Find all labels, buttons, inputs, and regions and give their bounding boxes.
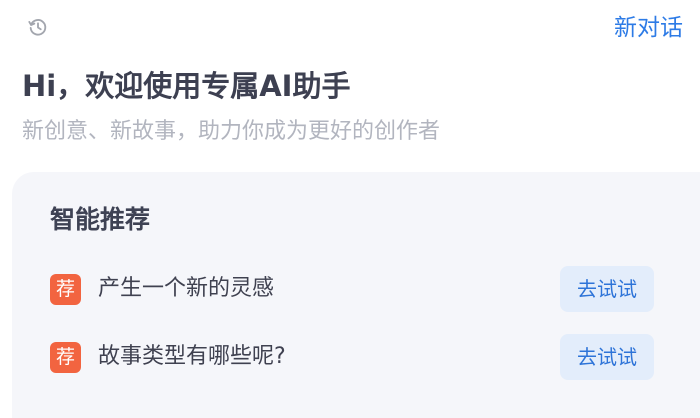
recommendation-item: 荐 产生一个新的灵感 去试试	[12, 266, 700, 312]
top-bar: 新对话	[0, 0, 700, 58]
try-button[interactable]: 去试试	[560, 266, 654, 312]
welcome-subtitle: 新创意、新故事，助力你成为更好的创作者	[22, 119, 441, 144]
recommendation-item: 荐 故事类型有哪些呢? 去试试	[12, 334, 700, 380]
recommend-badge: 荐	[50, 342, 81, 373]
recommendation-text[interactable]: 故事类型有哪些呢?	[98, 340, 286, 374]
recommendation-text[interactable]: 产生一个新的灵感	[98, 272, 274, 306]
recommendation-card: 智能推荐 荐 产生一个新的灵感 去试试 荐 故事类型有哪些呢? 去试试	[12, 172, 700, 418]
recommend-badge: 荐	[50, 274, 81, 305]
new-chat-button[interactable]: 新对话	[614, 13, 683, 43]
recommendation-title: 智能推荐	[50, 205, 151, 234]
history-icon[interactable]	[27, 16, 49, 38]
try-button[interactable]: 去试试	[560, 334, 654, 380]
welcome-title: Hi，欢迎使用专属AI助手	[22, 69, 351, 103]
